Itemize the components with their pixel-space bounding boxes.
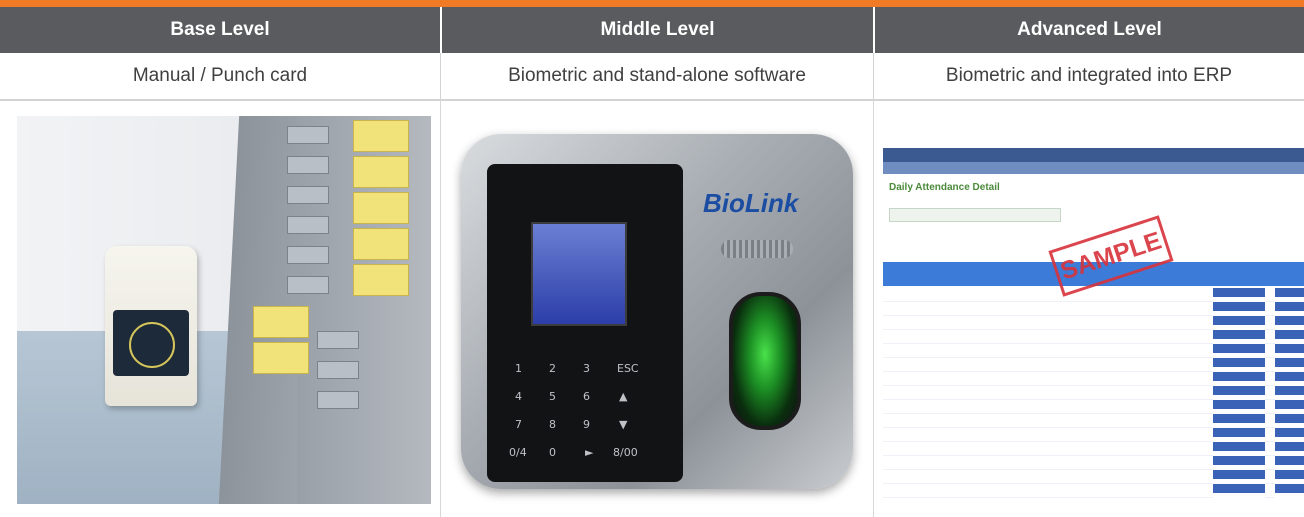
header-row: Base Level Middle Level Advanced Level bbox=[0, 7, 1304, 53]
keypad-key: 3 bbox=[583, 362, 590, 375]
punch-card bbox=[353, 192, 409, 224]
keypad-key: 9 bbox=[583, 418, 590, 431]
speaker-grille bbox=[721, 240, 793, 258]
keypad-key: 0/4 bbox=[509, 446, 527, 459]
rack-slot bbox=[317, 361, 359, 379]
fingerprint-sensor bbox=[729, 292, 801, 430]
rack-slot bbox=[317, 391, 359, 409]
column-divider bbox=[440, 101, 441, 517]
device-front-panel: 1 2 3 ESC 4 5 6 ▲ 7 8 9 ▼ 0/4 0 ► 8/00 bbox=[487, 164, 683, 482]
keypad-key: 7 bbox=[515, 418, 522, 431]
keypad-key: 1 bbox=[515, 362, 522, 375]
erp-row-buttons bbox=[1275, 288, 1304, 498]
erp-screenshot: Daily Attendance Detail SAMPLE bbox=[883, 112, 1304, 504]
header-middle-level: Middle Level bbox=[440, 7, 873, 53]
erp-nav-bar bbox=[883, 148, 1304, 162]
device-screen bbox=[531, 222, 627, 326]
subtitle-advanced-level: Biometric and integrated into ERP bbox=[873, 53, 1304, 99]
keypad-key: ▼ bbox=[619, 418, 628, 431]
keypad-key: 2 bbox=[549, 362, 556, 375]
keypad-key: ► bbox=[585, 446, 594, 459]
keypad-key: 0 bbox=[549, 446, 556, 459]
subtitle-base-level: Manual / Punch card bbox=[132, 65, 308, 86]
keypad-key: 4 bbox=[515, 390, 522, 403]
biometric-device-photo: 1 2 3 ESC 4 5 6 ▲ 7 8 9 ▼ 0/4 0 ► 8/00 B… bbox=[443, 116, 863, 504]
keypad-key: 8/00 bbox=[613, 446, 638, 459]
rack-slot bbox=[287, 186, 329, 204]
punch-card bbox=[253, 306, 309, 338]
punch-card bbox=[253, 342, 309, 374]
rack-slot bbox=[287, 276, 329, 294]
punch-card-photo bbox=[17, 116, 431, 504]
punch-card bbox=[353, 156, 409, 188]
erp-page-title: Daily Attendance Detail bbox=[889, 182, 1000, 193]
subtitle-middle-level: Biometric and stand-alone software bbox=[440, 53, 873, 99]
keypad-key: ESC bbox=[617, 362, 639, 375]
device-brand-logo: BioLink bbox=[703, 188, 799, 218]
keypad-key: 5 bbox=[549, 390, 556, 403]
punch-card bbox=[353, 264, 409, 296]
rack-slot bbox=[287, 126, 329, 144]
top-accent-bar bbox=[0, 0, 1304, 7]
rack-slot bbox=[287, 246, 329, 264]
header-advanced-level: Advanced Level bbox=[873, 7, 1304, 53]
clock-face bbox=[113, 310, 189, 376]
device-body: 1 2 3 ESC 4 5 6 ▲ 7 8 9 ▼ 0/4 0 ► 8/00 B… bbox=[461, 134, 853, 489]
erp-filter-bar bbox=[889, 208, 1061, 222]
keypad-key: 6 bbox=[583, 390, 590, 403]
keypad-key: 8 bbox=[549, 418, 556, 431]
header-base-level: Base Level bbox=[0, 7, 440, 53]
erp-row-buttons bbox=[1213, 288, 1265, 498]
punch-card bbox=[353, 228, 409, 260]
rack-slot bbox=[287, 216, 329, 234]
subtitle-row: Manual / Punch card Biometric and stand-… bbox=[0, 53, 1304, 101]
erp-subnav-bar bbox=[883, 162, 1304, 174]
keypad-key: ▲ bbox=[619, 390, 628, 403]
time-clock bbox=[105, 246, 197, 406]
rack-slot bbox=[317, 331, 359, 349]
rack-slot bbox=[287, 156, 329, 174]
punch-card bbox=[353, 120, 409, 152]
column-divider bbox=[873, 101, 874, 517]
